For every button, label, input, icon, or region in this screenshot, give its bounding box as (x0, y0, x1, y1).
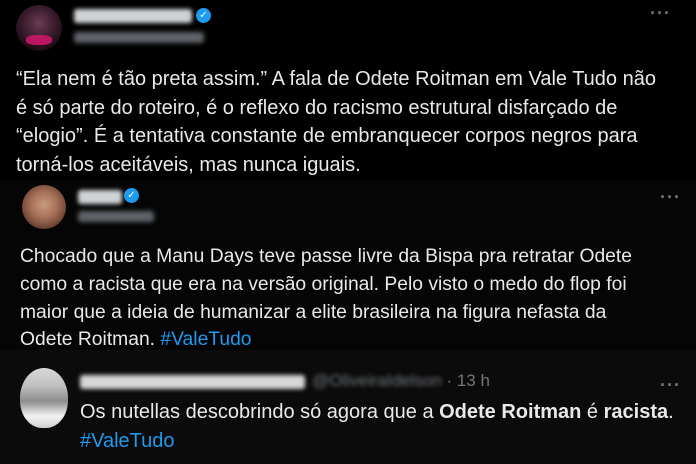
handle[interactable]: @OliveiraIdelson (312, 371, 442, 390)
tweet-text-segment: . (668, 401, 674, 423)
tweet-text-segment: Odete Roitman. (20, 329, 161, 351)
timestamp[interactable]: 13 h (457, 371, 490, 390)
display-name-blurred[interactable] (80, 375, 305, 389)
more-horizontal-icon[interactable]: ··· (660, 188, 681, 206)
avatar[interactable] (22, 185, 66, 229)
tweet-text-line: torná-los aceitáveis, mas nunca iguais. (16, 153, 361, 176)
tweet-text-bold: Odete Roitman (439, 401, 582, 423)
hashtag-link[interactable]: #ValeTudo (80, 427, 674, 456)
tweet-text-line: maior que a ideia de humanizar a elite b… (20, 301, 607, 323)
tweet-text-line: Os nutellas descobrindo só agora que a O… (80, 398, 674, 427)
verified-badge-icon: ✓ (196, 8, 211, 23)
display-name-blurred[interactable] (74, 9, 192, 23)
meta-separator: · (446, 371, 453, 390)
display-name-blurred[interactable] (78, 190, 122, 204)
tweet-text-line: Chocado que a Manu Days teve passe livre… (20, 246, 632, 267)
more-horizontal-icon[interactable]: ··· (660, 376, 681, 394)
avatar[interactable] (16, 5, 62, 51)
tweet-text-segment: é (581, 401, 604, 423)
more-horizontal-icon[interactable]: ··· (650, 4, 671, 22)
handle-blurred[interactable] (74, 32, 204, 43)
tweet-text-segment: Os nutellas descobrindo só agora que a (80, 401, 440, 423)
tweet-text: Os nutellas descobrindo só agora que a O… (80, 398, 674, 456)
verified-badge-icon: ✓ (124, 188, 139, 203)
tweet-text-line: é só parte do roteiro, é o reflexo do ra… (16, 96, 618, 119)
tweet-text: “Ela nem é tão preta assim.” A fala de O… (16, 65, 656, 179)
tweet-text: Chocado que a Manu Days teve passe livre… (20, 243, 632, 354)
tweet-text-bold: racista (603, 401, 669, 423)
handle-blurred[interactable] (78, 211, 154, 222)
tweet-text-line: “Ela nem é tão preta assim.” A fala de O… (16, 68, 656, 90)
avatar[interactable] (20, 368, 68, 428)
tweet-text-line: como a racista que era na versão origina… (20, 273, 627, 295)
tweet-meta: @OliveiraIdelson · 13 h (312, 371, 490, 391)
hashtag-link[interactable]: #ValeTudo (160, 329, 251, 350)
tweet-text-line: “elogio”. É a tentativa constante de emb… (16, 125, 638, 148)
tweet-card-1[interactable]: ✓ ··· “Ela nem é tão preta assim.” A fal… (0, 0, 696, 184)
